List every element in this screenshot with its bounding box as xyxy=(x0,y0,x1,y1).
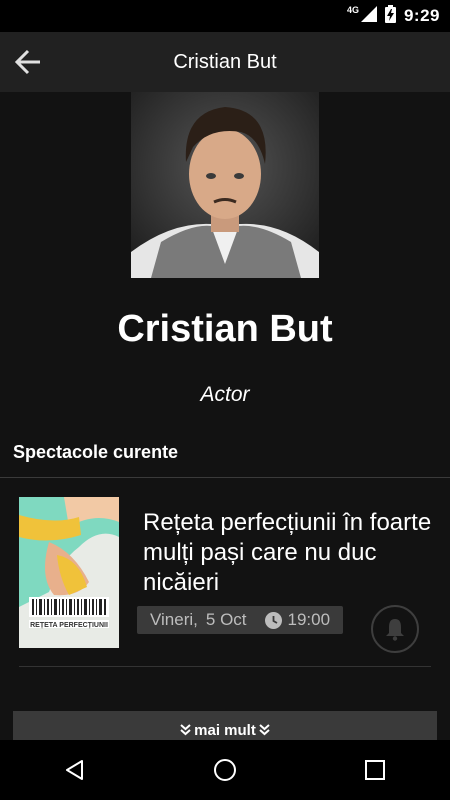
show-time: 19:00 xyxy=(287,610,331,629)
poster-title: REȚETA PERFECȚIUNII xyxy=(30,622,108,629)
circle-home-icon xyxy=(214,759,236,781)
arrow-left-icon xyxy=(14,49,40,75)
battery-charging-icon xyxy=(384,4,396,28)
actor-role: Actor xyxy=(200,383,250,406)
app-bar: Cristian But xyxy=(0,32,450,92)
section-title: Spectacole curente xyxy=(13,442,179,462)
signal-icon xyxy=(360,5,377,27)
back-button[interactable] xyxy=(10,44,46,80)
square-recents-icon xyxy=(365,760,385,780)
reminder-button[interactable] xyxy=(371,605,419,653)
double-chevron-down-icon xyxy=(259,724,270,736)
nav-recents-button[interactable] xyxy=(345,740,405,800)
triangle-back-icon xyxy=(66,760,83,780)
network-type: 4G xyxy=(346,5,359,15)
nav-back-button[interactable] xyxy=(45,740,105,800)
nav-home-button[interactable] xyxy=(195,740,255,800)
system-nav-bar xyxy=(0,740,450,800)
card-divider xyxy=(19,666,431,667)
show-date: 5 Oct xyxy=(205,610,247,629)
clock-icon xyxy=(264,611,282,629)
status-icons: 4G 9:29 xyxy=(347,0,440,32)
show-title[interactable]: Rețeta perfecțiunii în foarte mulți pași… xyxy=(143,508,433,598)
bell-icon xyxy=(386,619,404,641)
status-bar: 4G 9:29 xyxy=(0,0,450,32)
status-time: 9:29 xyxy=(403,6,440,25)
double-chevron-down-icon xyxy=(180,724,191,736)
actor-name: Cristian But xyxy=(117,308,333,350)
more-button-label: mai mult xyxy=(194,721,256,739)
show-datetime: Vineri, 5 Oct 19:00 xyxy=(137,606,344,634)
actor-photo xyxy=(131,92,319,278)
show-card[interactable]: REȚETA PERFECȚIUNII Rețeta perfecțiunii … xyxy=(0,478,450,668)
show-day: Vineri, xyxy=(150,610,198,629)
page-title: Cristian But xyxy=(173,51,277,73)
show-poster[interactable]: REȚETA PERFECȚIUNII xyxy=(19,497,119,648)
